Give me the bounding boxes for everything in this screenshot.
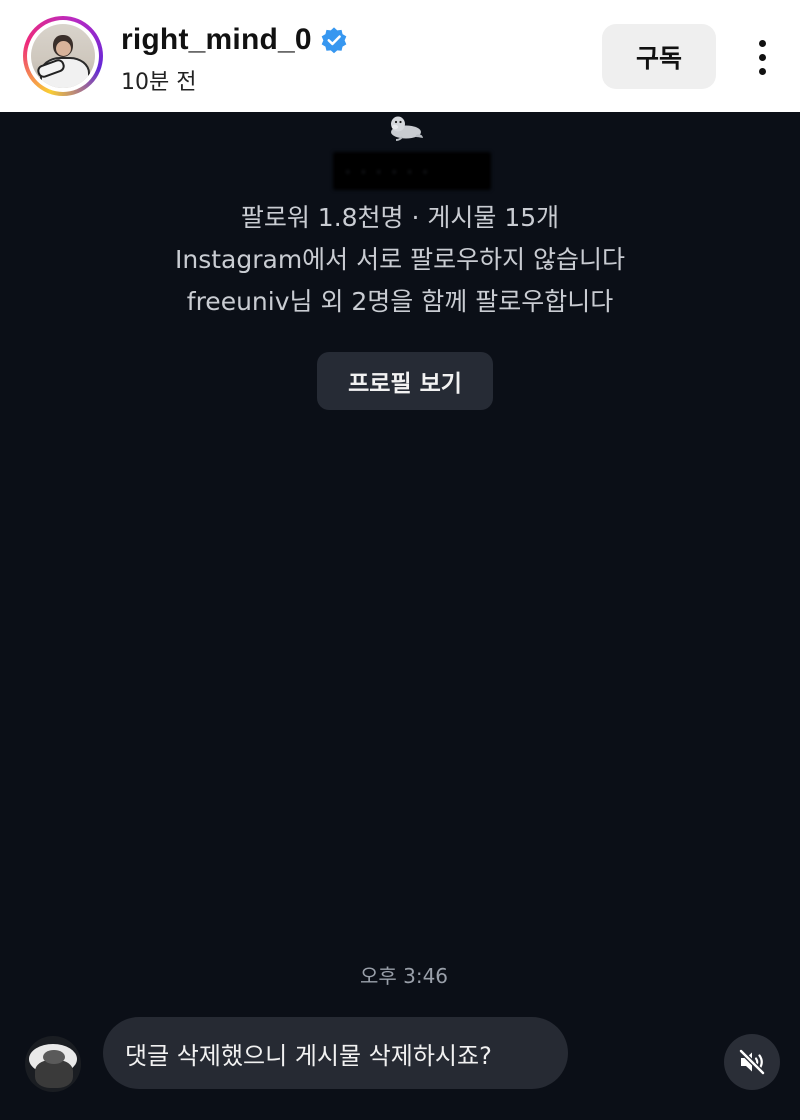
message-bubble[interactable]: 댓글 삭제했으니 게시물 삭제하시죠? [103,1017,568,1089]
profile-header: right_mind_0 10분 전 구독 [0,0,800,112]
username-row: right_mind_0 [121,20,348,60]
verified-badge-icon [321,27,347,54]
view-profile-button[interactable]: 프로필 보기 [317,352,493,410]
seal-emoji-icon [391,116,423,141]
post-timestamp: 10분 전 [121,70,197,95]
profile-avatar[interactable] [23,16,103,96]
message-timestamp: 오후 3:46 [359,964,449,988]
mute-toggle-button[interactable] [724,1034,780,1090]
more-vertical-icon[interactable] [750,38,774,78]
sender-avatar[interactable] [25,1036,81,1092]
redacted-display-name: · · · · · · [333,152,491,190]
username[interactable]: right_mind_0 [121,23,312,57]
followers-count-line: 팔로워 1.8천명 · 게시물 15개 [240,203,560,232]
avatar-photo [31,24,95,88]
followed-by-line: freeuniv님 외 2명을 함께 팔로우합니다 [186,287,614,316]
speaker-muted-icon [738,1048,766,1076]
dm-screen: right_mind_0 10분 전 구독 · · · · · · 팔로워 1.… [0,0,800,1120]
mutual-follow-status: Instagram에서 서로 팔로우하지 않습니다 [174,245,626,274]
subscribe-button[interactable]: 구독 [602,24,716,89]
